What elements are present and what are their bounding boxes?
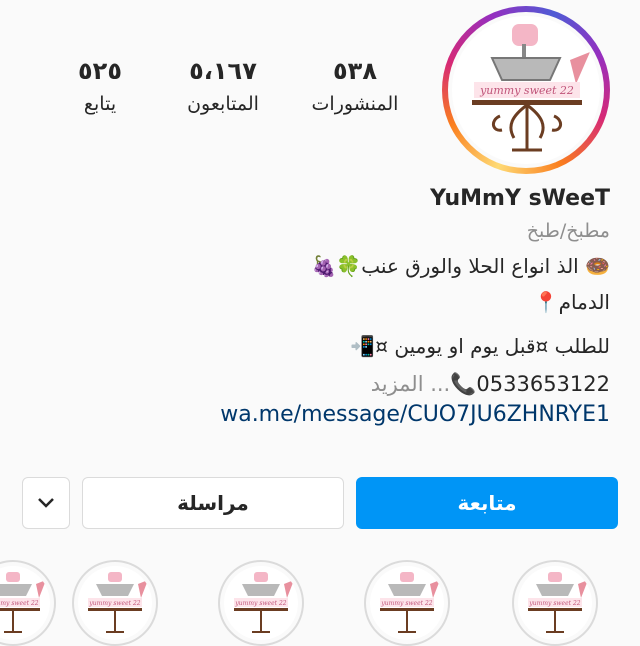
bowl-icon <box>490 57 562 81</box>
suggested-dropdown-button[interactable] <box>22 477 70 529</box>
highlight-item[interactable]: yummy sweet 22 <box>72 560 158 646</box>
profile-name: YuMmY sWeeT <box>430 186 610 211</box>
highlight-logo-icon: yummy sweet 22 <box>380 572 440 633</box>
bio-phone: 0533653122📞 <box>450 372 610 396</box>
highlight-item[interactable]: yummy sweet 22 <box>364 560 450 646</box>
bio-phone-line: 0533653122📞... المزيد <box>371 372 610 397</box>
svg-text:yummy sweet 22: yummy sweet 22 <box>0 600 39 607</box>
highlight-cover: yummy sweet 22 <box>224 566 298 640</box>
highlight-logo-icon: yummy sweet 22 <box>88 572 148 633</box>
posts-label: المنشورات <box>311 93 399 115</box>
stat-posts[interactable]: ٥٣٨ المنشورات <box>295 56 415 116</box>
svg-text:yummy sweet 22: yummy sweet 22 <box>88 600 140 607</box>
table-top-icon <box>472 100 582 105</box>
stat-followers[interactable]: ٥،١٦٧ المتابعون <box>163 56 283 116</box>
followers-label: المتابعون <box>187 93 259 115</box>
profile-avatar[interactable]: yummy sweet 22 <box>442 6 610 174</box>
highlight-cover: yummy sweet 22 <box>370 566 444 640</box>
more-link[interactable]: ... المزيد <box>371 372 451 396</box>
highlight-item[interactable]: yummy sweet 22 <box>218 560 304 646</box>
mixer-head-icon <box>512 24 538 46</box>
profile-category: مطبخ/طبخ <box>526 220 610 242</box>
avatar-gap: yummy sweet 22 <box>448 12 604 168</box>
svg-text:yummy sweet 22: yummy sweet 22 <box>234 600 286 607</box>
piping-bag-icon <box>570 52 590 84</box>
bio-line-2: الدمام📍 <box>533 290 610 314</box>
bio-link[interactable]: wa.me/message/CUO7JU6ZHNRYE1 <box>220 402 610 427</box>
follow-button[interactable]: متابعة <box>356 477 618 529</box>
stat-following[interactable]: ٥٢٥ يتابع <box>40 56 160 116</box>
posts-count: ٥٣٨ <box>333 57 377 85</box>
highlight-cover: yummy sweet 22 <box>78 566 152 640</box>
svg-text:yummy sweet 22: yummy sweet 22 <box>528 600 580 607</box>
bio-line-1: 🍩 الذ انواع الحلا والورق عنب🍀🍇 <box>311 254 610 278</box>
logo-graphic: yummy sweet 22 <box>472 24 590 152</box>
highlight-logo-icon: yummy sweet 22 <box>0 572 46 633</box>
highlight-item[interactable]: yummy sweet 22 <box>0 560 56 646</box>
highlight-cover: yummy sweet 22 <box>518 566 592 640</box>
following-label: يتابع <box>83 93 117 115</box>
highlight-cover: yummy sweet 22 <box>0 566 50 640</box>
followers-count: ٥،١٦٧ <box>189 57 257 85</box>
svg-text:yummy sweet 22: yummy sweet 22 <box>380 600 432 607</box>
highlight-logo-icon: yummy sweet 22 <box>528 572 588 633</box>
following-count: ٥٢٥ <box>78 57 122 85</box>
profile-stats: ٥٢٥ يتابع ٥،١٦٧ المتابعون ٥٣٨ المنشورات <box>40 56 420 126</box>
highlight-item[interactable]: yummy sweet 22 <box>512 560 598 646</box>
chevron-down-icon <box>38 498 54 508</box>
avatar-logo: yummy sweet 22 <box>452 16 600 164</box>
table-leg-icon <box>509 103 545 152</box>
message-button[interactable]: مراسلة <box>82 477 344 529</box>
highlight-logo-icon: yummy sweet 22 <box>234 572 294 633</box>
logo-text: yummy sweet 22 <box>479 84 574 97</box>
bio-line-3: للطلب ¤قبل يوم او يومين ¤📲 <box>350 334 610 358</box>
